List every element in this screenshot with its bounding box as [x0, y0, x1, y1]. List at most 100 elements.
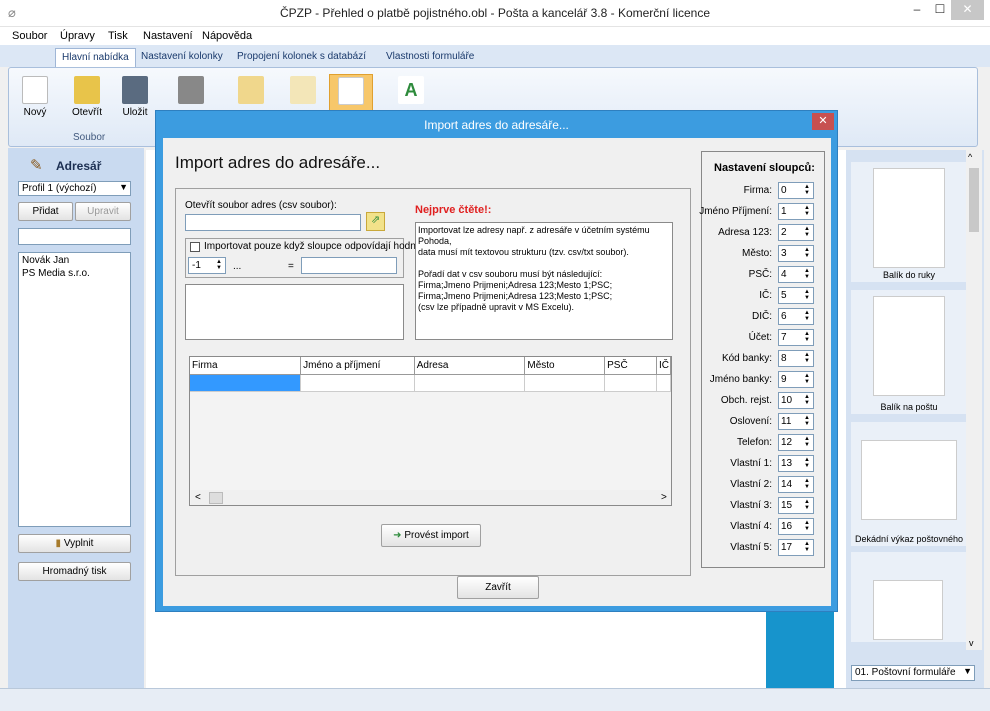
save-button[interactable]: Uložit	[113, 74, 157, 124]
template-thumbnail[interactable]	[851, 552, 967, 642]
column-index-stepper[interactable]: 9 ▲ ▼	[778, 371, 814, 388]
csv-file-input[interactable]	[185, 214, 361, 231]
fill-button[interactable]: ▮ Vyplnit	[18, 534, 131, 553]
spin-arrows-icon[interactable]: ▲ ▼	[802, 289, 812, 301]
menu-soubor[interactable]: Soubor	[12, 30, 47, 42]
column-index-stepper[interactable]: 0 ▲ ▼	[778, 182, 814, 199]
grid-header[interactable]: PSČ	[604, 357, 657, 375]
browse-folder-icon[interactable]: ⇗	[366, 212, 385, 231]
tab-vlastnosti-formulare[interactable]: Vlastnosti formuláře	[380, 48, 480, 67]
grid-cell[interactable]	[524, 374, 606, 392]
spin-arrows-icon[interactable]: ▲ ▼	[802, 226, 812, 238]
menu-tisk[interactable]: Tisk	[108, 30, 128, 42]
ribbon-tabs: Hlavní nabídka Nastavení kolonky Propoje…	[0, 45, 990, 67]
column-index-stepper[interactable]: 17 ▲ ▼	[778, 539, 814, 556]
spin-arrows-icon[interactable]: ▲ ▼	[802, 478, 812, 490]
tab-nastaveni-kolonky[interactable]: Nastavení kolonky	[135, 48, 229, 67]
template-category-select[interactable]: 01. Poštovní formuláře ▼	[851, 665, 975, 681]
profile-select[interactable]: Profil 1 (výchozí) ▼	[18, 181, 131, 196]
spin-arrows-icon[interactable]: ▲ ▼	[802, 247, 812, 259]
filter-value-input[interactable]	[301, 257, 397, 274]
open-button[interactable]: Otevřít	[65, 74, 109, 124]
column-index-stepper[interactable]: 1 ▲ ▼	[778, 203, 814, 220]
spin-arrows-icon[interactable]: ▲ ▼	[802, 205, 812, 217]
filter-column-stepper[interactable]: -1 ▲ ▼	[188, 257, 226, 274]
grid-header[interactable]: Adresa	[414, 357, 526, 375]
column-index-stepper[interactable]: 7 ▲ ▼	[778, 329, 814, 346]
list-item[interactable]: PS Media s.r.o.	[19, 266, 130, 279]
tab-propojeni-kolonek[interactable]: Propojení kolonek s databází	[231, 48, 372, 67]
template-thumbnail[interactable]: Dekádní výkaz poštovného	[851, 422, 967, 546]
scroll-thumb[interactable]	[969, 168, 979, 232]
templates-scrollbar[interactable]: ^ v	[966, 150, 982, 650]
spin-arrows-icon[interactable]: ▲ ▼	[802, 373, 812, 385]
edit-contact-button[interactable]: Upravit	[75, 202, 131, 221]
contact-search-input[interactable]	[18, 228, 131, 245]
chevron-down-icon[interactable]: v	[969, 638, 974, 648]
column-index-stepper[interactable]: 15 ▲ ▼	[778, 497, 814, 514]
column-index-stepper[interactable]: 16 ▲ ▼	[778, 518, 814, 535]
bulk-print-button[interactable]: Hromadný tisk	[18, 562, 131, 581]
spin-arrows-icon[interactable]: ▲ ▼	[802, 436, 812, 448]
open-file-label: Otevřít soubor adres (csv soubor):	[185, 200, 337, 211]
import-preview-grid[interactable]: Firma Jméno a příjmení Adresa Město PSČ …	[189, 356, 672, 506]
spin-arrows-icon[interactable]: ▲ ▼	[802, 268, 812, 280]
grid-horizontal-scrollbar[interactable]: < >	[191, 490, 671, 505]
column-index-stepper[interactable]: 3 ▲ ▼	[778, 245, 814, 262]
grid-cell[interactable]	[300, 374, 415, 392]
column-index-stepper[interactable]: 6 ▲ ▼	[778, 308, 814, 325]
spin-arrows-icon[interactable]: ▲ ▼	[802, 415, 812, 427]
column-index-stepper[interactable]: 14 ▲ ▼	[778, 476, 814, 493]
column-index-stepper[interactable]: 12 ▲ ▼	[778, 434, 814, 451]
column-index-stepper[interactable]: 2 ▲ ▼	[778, 224, 814, 241]
run-import-button[interactable]: ➜ Provést import	[381, 524, 481, 547]
chevron-right-icon[interactable]: >	[661, 492, 667, 503]
column-index-stepper[interactable]: 13 ▲ ▼	[778, 455, 814, 472]
grid-cell[interactable]	[656, 374, 671, 392]
template-thumbnail[interactable]: Balík do ruky	[851, 162, 967, 282]
column-index-stepper[interactable]: 4 ▲ ▼	[778, 266, 814, 283]
maximize-button[interactable]: ☐	[929, 0, 951, 20]
scroll-thumb[interactable]	[209, 492, 223, 504]
column-index-stepper[interactable]: 11 ▲ ▼	[778, 413, 814, 430]
spin-arrows-icon[interactable]: ▲ ▼	[802, 520, 812, 532]
menu-nastaveni[interactable]: Nastavení	[143, 30, 193, 42]
grid-header[interactable]: IČ	[656, 357, 671, 375]
column-index-stepper[interactable]: 5 ▲ ▼	[778, 287, 814, 304]
grid-header[interactable]: Jméno a příjmení	[300, 357, 415, 375]
dialog-close-button[interactable]: ✕	[812, 113, 834, 130]
filter-checkbox[interactable]	[190, 242, 200, 252]
spin-arrows-icon[interactable]: ▲ ▼	[214, 259, 224, 272]
chevron-up-icon[interactable]: ^	[968, 152, 972, 162]
grid-cell[interactable]	[604, 374, 657, 392]
column-setting-label: DIČ:	[752, 311, 772, 322]
spin-arrows-icon[interactable]: ▲ ▼	[802, 331, 812, 343]
minimize-button[interactable]: –	[905, 0, 929, 20]
spin-arrows-icon[interactable]: ▲ ▼	[802, 352, 812, 364]
grid-cell[interactable]	[190, 374, 302, 392]
template-thumbnail[interactable]: Balík na poštu	[851, 290, 967, 414]
column-index-stepper[interactable]: 10 ▲ ▼	[778, 392, 814, 409]
chevron-left-icon[interactable]: <	[195, 492, 201, 503]
close-dialog-button[interactable]: Zavřít	[457, 576, 539, 599]
menu-napoveda[interactable]: Nápověda	[202, 30, 252, 42]
spin-arrows-icon[interactable]: ▲ ▼	[802, 499, 812, 511]
tab-hlavni-nabidka[interactable]: Hlavní nabídka	[55, 48, 136, 67]
presentation-icon	[338, 77, 364, 105]
new-button[interactable]: Nový	[13, 74, 57, 124]
spin-arrows-icon[interactable]: ▲ ▼	[802, 457, 812, 469]
add-contact-button[interactable]: Přidat	[18, 202, 73, 221]
spin-arrows-icon[interactable]: ▲ ▼	[802, 541, 812, 553]
column-setting-row: Město: 3 ▲ ▼	[702, 245, 826, 263]
spin-arrows-icon[interactable]: ▲ ▼	[802, 184, 812, 196]
spin-arrows-icon[interactable]: ▲ ▼	[802, 394, 812, 406]
table-row[interactable]	[190, 374, 671, 392]
column-index-stepper[interactable]: 8 ▲ ▼	[778, 350, 814, 367]
menu-upravy[interactable]: Úpravy	[60, 30, 95, 42]
grid-header[interactable]: Firma	[190, 357, 302, 375]
spin-arrows-icon[interactable]: ▲ ▼	[802, 310, 812, 322]
grid-header[interactable]: Město	[524, 357, 606, 375]
grid-cell[interactable]	[414, 374, 526, 392]
list-item[interactable]: Novák Jan	[19, 253, 130, 266]
close-window-button[interactable]: ✕	[951, 0, 984, 20]
